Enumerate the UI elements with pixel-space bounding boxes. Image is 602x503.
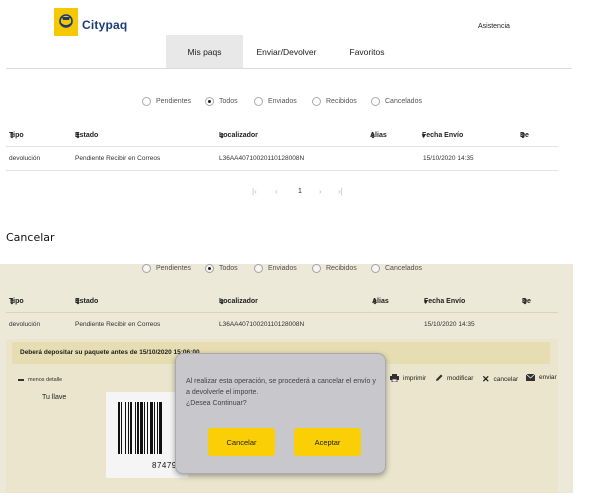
dialog-message-line: Al realizar esta operación, se procederá… [186, 378, 376, 385]
col-estado[interactable]: Estado ⇕ [75, 132, 98, 140]
cancel-confirm-dialog: Al realizar esta operación, se procederá… [175, 353, 386, 474]
main-tabs: Mis paqs Enviar/Devolver Favoritos [166, 35, 404, 69]
current-page[interactable]: 1 [298, 188, 302, 195]
filter-label: Todos [219, 98, 238, 105]
prev-page-icon[interactable]: ‹ [275, 187, 278, 196]
next-page-icon[interactable]: › [319, 187, 322, 196]
cell-fecha: 15/10/2020 14:35 [423, 155, 474, 162]
filter-enviados[interactable]: Enviados [254, 97, 297, 106]
filter-todos[interactable]: Todos [205, 97, 238, 106]
radio-icon [312, 97, 321, 106]
filter-label: Pendientes [156, 98, 192, 105]
table-header-divider [6, 146, 558, 147]
dialog-message-line: ¿Desea Continuar? [186, 400, 247, 407]
assist-link[interactable]: Asistencia [478, 23, 510, 30]
filter-label: Recibidos [326, 98, 357, 105]
section-title: Cancelar [6, 231, 55, 244]
top-panel: Citypaq Asistencia Mis paqs Enviar/Devol… [0, 0, 602, 215]
col-de[interactable]: De ⇕ [520, 132, 529, 140]
tab-divider [6, 68, 572, 69]
tab-enviar-devolver[interactable]: Enviar/Devolver [243, 35, 330, 69]
filter-pendientes[interactable]: Pendientes [142, 97, 191, 106]
citypaq-logo-icon [54, 8, 78, 36]
cell-localizador: L36AA40710020110128008N [219, 155, 305, 162]
last-page-icon[interactable]: ›| [338, 187, 343, 196]
radio-icon [254, 97, 263, 106]
filter-label: Cancelados [385, 98, 422, 105]
filter-cancelados[interactable]: Cancelados [371, 97, 422, 106]
radio-icon [371, 97, 380, 106]
col-localizador[interactable]: Localizador ⇕ [219, 132, 258, 140]
tab-mis-paqs[interactable]: Mis paqs [166, 35, 243, 69]
radio-checked-icon [205, 97, 214, 106]
filter-label: Enviados [268, 98, 297, 105]
radio-icon [142, 97, 151, 106]
first-page-icon[interactable]: |‹ [252, 187, 257, 196]
brand-name: Citypaq [82, 18, 128, 32]
cell-tipo: devolución [9, 155, 41, 162]
dialog-accept-button[interactable]: Aceptar [294, 428, 361, 456]
col-alias[interactable]: Alias ⇕ [370, 132, 387, 140]
table-row-divider [6, 170, 558, 171]
tab-favoritos[interactable]: Favoritos [330, 35, 404, 69]
dialog-cancel-button[interactable]: Cancelar [208, 428, 275, 456]
dialog-message-line: a devolverle el importe. [186, 389, 259, 396]
col-fecha-envio[interactable]: Fecha Envío ▾ [422, 132, 463, 140]
col-tipo[interactable]: Tipo ⇕ [9, 132, 24, 140]
dialog-message: Al realizar esta operación, se procederá… [186, 376, 382, 409]
filter-recibidos[interactable]: Recibidos [312, 97, 357, 106]
cell-estado: Pendiente Recibir en Correos [75, 155, 161, 162]
